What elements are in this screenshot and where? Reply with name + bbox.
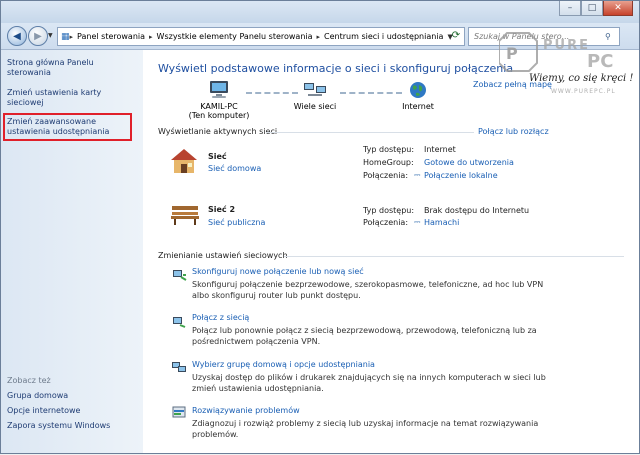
minimize-icon[interactable]: –: [559, 1, 581, 16]
network-2-type-link[interactable]: Sieć publiczna: [208, 218, 265, 227]
task-homegroup-desc: Uzyskaj dostęp do plików i drukarek znaj…: [192, 373, 546, 393]
network-sharing-center-window: – □ ✕ ◀ ▶ ▼ ▦ ▸ Panel sterowania ▸ Wszys…: [0, 0, 640, 454]
breadcrumb-item-control-panel[interactable]: Panel sterowania: [73, 32, 149, 41]
breadcrumb[interactable]: ▦ ▸ Panel sterowania ▸ Wszystkie element…: [57, 27, 465, 46]
svg-text:PURE: PURE: [543, 38, 590, 53]
task-new-connection-desc: Skonfiguruj połączenie bezprzewodowe, sz…: [192, 280, 544, 300]
svg-text:WWW.PUREPC.PL: WWW.PUREPC.PL: [551, 88, 616, 95]
title-bar: – □ ✕: [1, 1, 639, 23]
svg-text:P: P: [506, 44, 518, 63]
network-2-access-value: Brak dostępu do Internetu: [424, 206, 530, 215]
history-dropdown-icon[interactable]: ▼: [48, 32, 53, 39]
network-1-connection-link[interactable]: Połączenie lokalne: [424, 171, 498, 180]
task-homegroup-link[interactable]: Wybierz grupę domową i opcje udostępnian…: [192, 360, 375, 369]
network-1-homegroup-link[interactable]: Gotowe do utworzenia: [424, 158, 514, 167]
section-divider: [266, 132, 474, 133]
computer-name: KAMIL-PC: [200, 102, 238, 111]
networks-icon: [304, 83, 326, 96]
map-node-internet[interactable]: Internet: [396, 80, 440, 111]
close-icon[interactable]: ✕: [603, 1, 633, 16]
homegroup-icon: [172, 362, 186, 372]
section-divider-2: [284, 256, 624, 257]
new-connection-icon: [173, 270, 187, 281]
computer-icon: [210, 81, 228, 98]
map-node-computer[interactable]: KAMIL-PC (Ten komputer): [184, 80, 254, 120]
task-connect-desc: Połącz lub ponownie połącz z siecią bezp…: [192, 326, 537, 346]
task-troubleshoot-link[interactable]: Rozwiązywanie problemów: [192, 406, 300, 415]
hamachi-connection-icon: ⎓: [414, 217, 421, 226]
network-2-name: Sieć 2: [208, 205, 236, 214]
network-2-access-key: Typ dostępu:: [363, 206, 415, 215]
task-connect-link[interactable]: Połącz z siecią: [192, 313, 249, 322]
globe-icon: [410, 82, 426, 98]
network-1-access-value: Internet: [424, 145, 456, 154]
network-1-connections-key: Połączenia:: [363, 171, 409, 180]
sidebar-item-firewall[interactable]: Zapora systemu Windows: [7, 421, 132, 431]
sidebar-item-advanced-sharing[interactable]: Zmień zaawansowane ustawienia udostępnia…: [3, 113, 132, 141]
sidebar-item-homegroup[interactable]: Grupa domowa: [7, 391, 132, 401]
page-title: Wyświetl podstawowe informacje o sieci i…: [158, 62, 514, 75]
public-network-bench-icon: [171, 206, 199, 225]
network-1-homegroup-key: HomeGroup:: [363, 158, 414, 167]
sidebar-item-home[interactable]: Strona główna Panelu sterowania: [7, 58, 132, 78]
control-panel-icon: ▦: [61, 31, 70, 42]
caption-buttons: – □ ✕: [559, 1, 633, 16]
connection-line-2: [340, 92, 402, 95]
network-1-access-key: Typ dostępu:: [363, 145, 415, 154]
main-content: Wyświetl podstawowe informacje o sieci i…: [144, 50, 639, 453]
see-also-header: Zobacz też: [7, 376, 51, 385]
internet-label: Internet: [402, 102, 434, 111]
network-2-connections-key: Połączenia:: [363, 218, 409, 227]
lan-connection-icon: ⎓: [414, 170, 421, 179]
task-troubleshoot-desc: Zdiagnozuj i rozwiąż problemy z siecią l…: [192, 419, 539, 439]
computer-sub: (Ten komputer): [188, 111, 250, 120]
refresh-icon[interactable]: ⟳: [449, 27, 463, 44]
home-network-icon: [171, 149, 197, 173]
sidebar-item-adapter-settings[interactable]: Zmień ustawienia karty sieciowej: [7, 88, 132, 108]
multiple-networks-label: Wiele sieci: [293, 102, 337, 111]
svg-text:Wiemy, co się kręci !: Wiemy, co się kręci !: [529, 73, 633, 84]
breadcrumb-item-all-items[interactable]: Wszystkie elementy Panelu sterowania: [153, 32, 317, 41]
sidebar: Strona główna Panelu sterowania Zmień us…: [1, 50, 143, 453]
network-1-name: Sieć: [208, 152, 227, 161]
connect-to-network-icon: [173, 317, 186, 328]
troubleshoot-icon: [172, 406, 186, 418]
connect-disconnect-link[interactable]: Połącz lub rozłącz: [478, 127, 549, 136]
network-1-type-link[interactable]: Sieć domowa: [208, 164, 261, 173]
svg-text:PC: PC: [587, 51, 613, 72]
map-node-multiple-networks[interactable]: Wiele sieci: [290, 80, 340, 111]
network-2-connection-link[interactable]: Hamachi: [424, 218, 459, 227]
forward-arrow-icon[interactable]: ▶: [28, 26, 48, 46]
task-new-connection-link[interactable]: Skonfiguruj nowe połączenie lub nową sie…: [192, 267, 364, 276]
breadcrumb-item-network-center[interactable]: Centrum sieci i udostępniania: [320, 32, 447, 41]
sidebar-item-internet-options[interactable]: Opcje internetowe: [7, 406, 132, 416]
back-arrow-icon[interactable]: ◀: [7, 26, 27, 46]
maximize-icon[interactable]: □: [581, 1, 603, 16]
active-networks-header: Wyświetlanie aktywnych sieci: [158, 127, 278, 136]
purepc-watermark-logo: P PURE PC Wiemy, co się kręci ! WWW.PURE…: [499, 32, 633, 95]
change-settings-header: Zmienianie ustawień sieciowych: [158, 251, 288, 260]
